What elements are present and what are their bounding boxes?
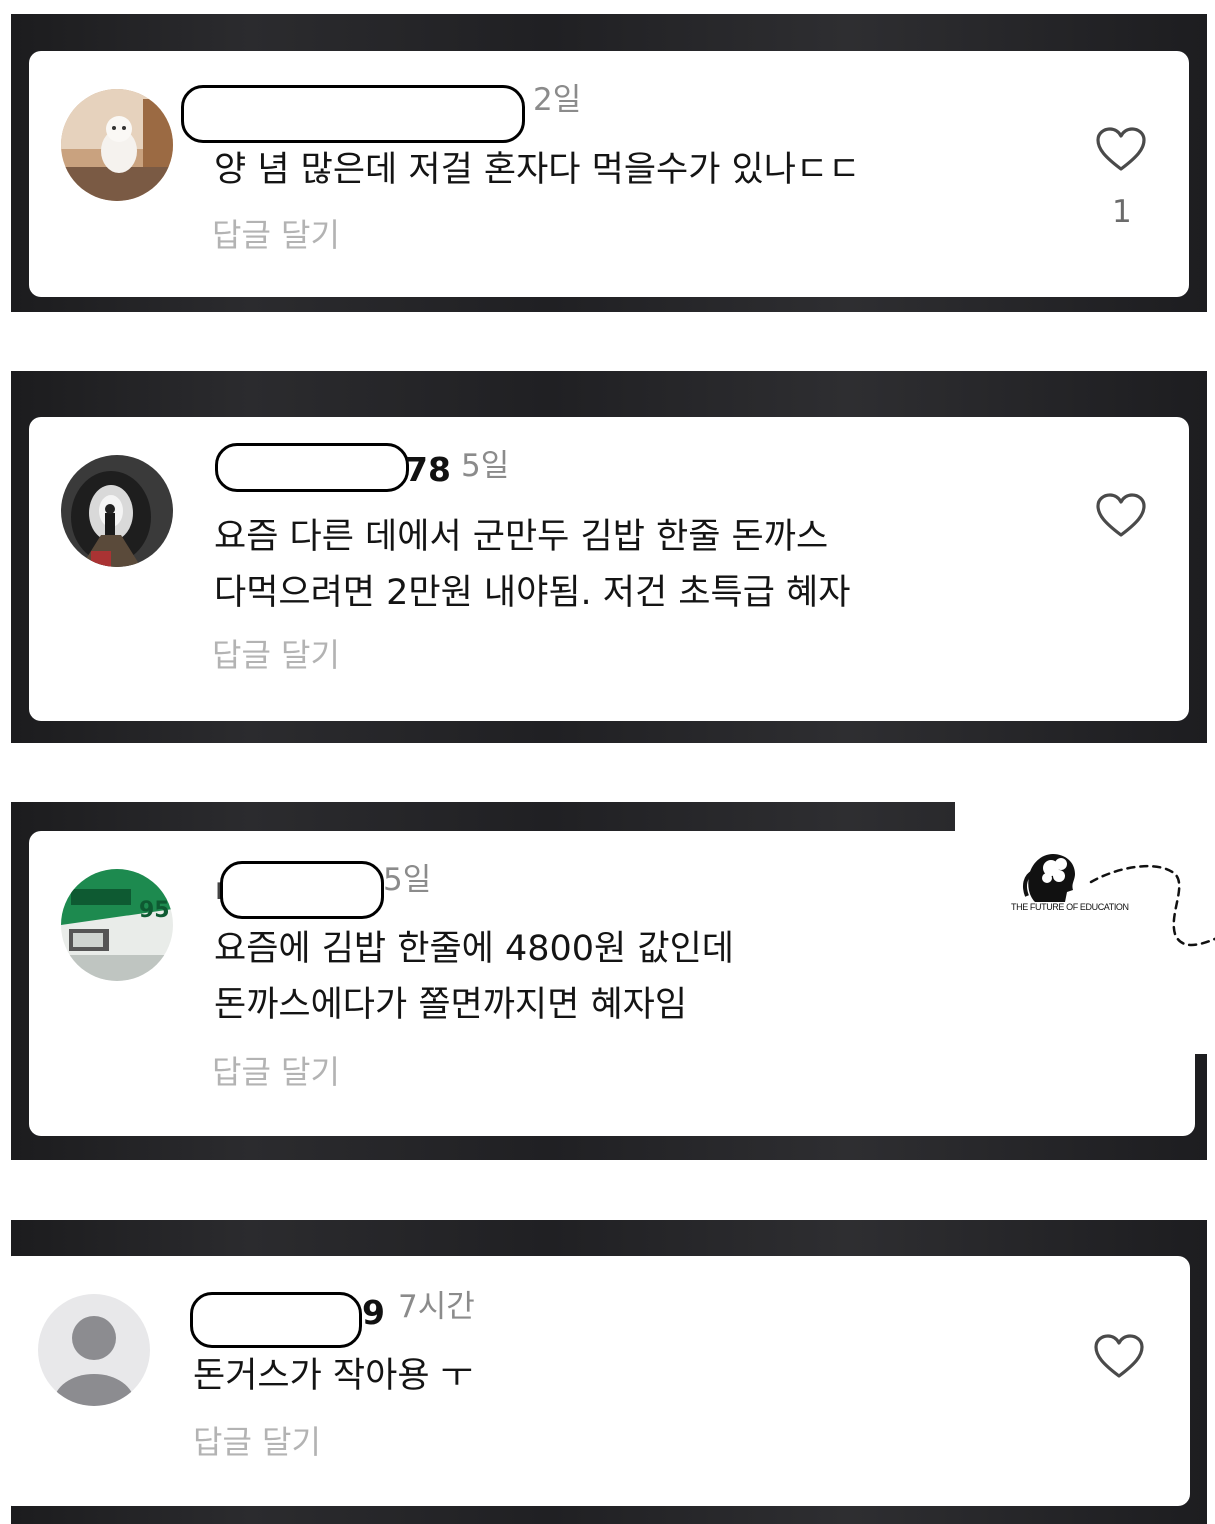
comment-panel-1: 2일 양 념 많은데 저걸 혼자다 먹을수가 있나ㄷㄷ 답글 달기 1 (11, 14, 1207, 312)
username-redacted[interactable] (215, 443, 409, 492)
default-person-avatar[interactable] (38, 1294, 150, 1406)
comment-line: 다먹으려면 2만원 내야됨. 저건 초특급 혜자 (214, 573, 851, 613)
reply-button[interactable]: 답글 달기 (212, 1056, 340, 1088)
heart-icon[interactable] (1095, 493, 1147, 539)
comment-panel-2: 78 5일 요즘 다른 데에서 군만두 김밥 한줄 돈까스 다먹으려면 2만원 … (11, 371, 1207, 743)
page: 2일 양 념 많은데 저걸 혼자다 먹을수가 있나ㄷㄷ 답글 달기 1 78 5… (0, 0, 1215, 1524)
username-redacted[interactable] (190, 1292, 362, 1348)
comment-time: 5일 (383, 862, 432, 898)
bus-photo-avatar[interactable]: 95 (61, 869, 173, 981)
comment-card: 9 7시간 돈거스가 작아용 ㅜ 답글 달기 (0, 1256, 1190, 1506)
brain-head-logo-icon (1023, 854, 1075, 902)
cat-photo-avatar[interactable] (61, 89, 173, 201)
svg-text:95: 95 (139, 898, 170, 923)
comment-text: 돈거스가 작아용 ㅜ (193, 1348, 473, 1404)
reply-button[interactable]: 답글 달기 (212, 219, 340, 251)
comment-time: 2일 (533, 82, 582, 118)
username-suffix: 9 (362, 1293, 385, 1332)
comment-line: 양 념 많은데 저걸 혼자다 먹을수가 있나ㄷㄷ (214, 150, 861, 190)
heart-icon[interactable] (1095, 127, 1147, 173)
tunnel-photo-avatar[interactable] (61, 455, 173, 567)
username-suffix: 78 (405, 450, 451, 489)
comment-line: 돈거스가 작아용 ㅜ (193, 1356, 473, 1396)
reply-button[interactable]: 답글 달기 (212, 639, 340, 671)
comment-line: 돈까스에다가 쫄면까지면 혜자임 (214, 985, 688, 1025)
heart-icon[interactable] (1093, 1334, 1145, 1380)
comment-card: 2일 양 념 많은데 저걸 혼자다 먹을수가 있나ㄷㄷ 답글 달기 1 (29, 51, 1189, 297)
reply-button[interactable]: 답글 달기 (193, 1426, 321, 1458)
comment-line: 요즘 다른 데에서 군만두 김밥 한줄 돈까스 (214, 517, 829, 557)
comment-time: 5일 (461, 448, 510, 484)
comment-time: 7시간 (398, 1289, 475, 1325)
comment-text: 요즘 다른 데에서 군만두 김밥 한줄 돈까스 다먹으려면 2만원 내야됨. 저… (214, 509, 850, 621)
username-redacted[interactable] (181, 85, 525, 143)
comment-card: 78 5일 요즘 다른 데에서 군만두 김밥 한줄 돈까스 다먹으려면 2만원 … (29, 417, 1189, 721)
like-count: 1 (1112, 194, 1132, 230)
comment-text: 요즘에 김밥 한줄에 4800원 값인데 돈까스에다가 쫄면까지면 혜자임 (214, 921, 734, 1033)
logo-area: THE FUTURE OF EDUCATION (955, 802, 1215, 1054)
comment-line: 요즘에 김밥 한줄에 4800원 값인데 (214, 929, 734, 969)
comment-panel-4: 9 7시간 돈거스가 작아용 ㅜ 답글 달기 (0, 1220, 1207, 1524)
dashed-trail-icon (1089, 864, 1215, 947)
username-redacted[interactable] (220, 861, 384, 919)
comment-text: 양 념 많은데 저걸 혼자다 먹을수가 있나ㄷㄷ (214, 142, 860, 198)
